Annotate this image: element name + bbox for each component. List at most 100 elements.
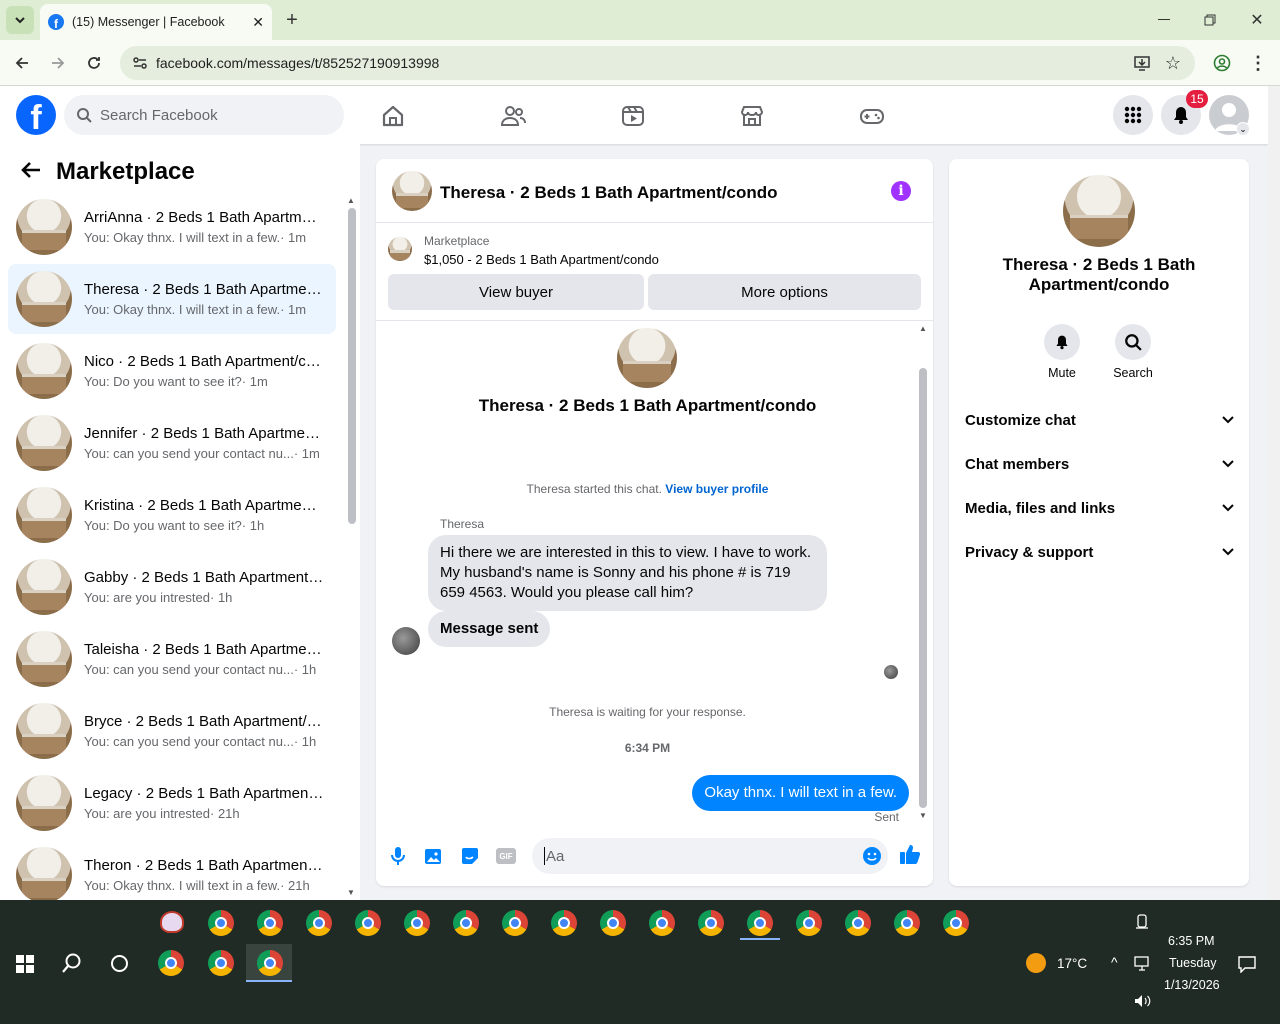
chrome-pinned-icon[interactable] bbox=[208, 950, 234, 976]
message-input[interactable]: Aa bbox=[532, 838, 888, 874]
clock-day[interactable]: Tuesday bbox=[1169, 956, 1216, 970]
taskbar-search-icon[interactable] bbox=[61, 952, 83, 977]
volume-icon[interactable] bbox=[1134, 994, 1152, 1011]
install-app-icon[interactable] bbox=[1133, 54, 1151, 75]
info-icon[interactable]: i bbox=[891, 181, 911, 201]
microphone-icon[interactable] bbox=[387, 845, 409, 867]
video-icon[interactable] bbox=[613, 96, 653, 136]
chat-title[interactable]: Theresa · 2 Beds 1 Bath Apartment/condo bbox=[440, 183, 778, 203]
network-icon[interactable] bbox=[1134, 956, 1152, 975]
facebook-logo-icon[interactable]: f bbox=[16, 95, 56, 135]
chrome-window-icon[interactable] bbox=[502, 910, 528, 936]
chrome-pinned-icon[interactable] bbox=[257, 950, 283, 976]
chrome-window-icon[interactable] bbox=[551, 910, 577, 936]
photo-icon[interactable] bbox=[423, 845, 445, 867]
paint-app-icon[interactable] bbox=[160, 911, 184, 933]
chrome-window-icon[interactable] bbox=[698, 910, 724, 936]
chrome-window-icon[interactable] bbox=[845, 910, 871, 936]
tab-search-icon[interactable] bbox=[6, 6, 34, 34]
mute-button[interactable]: Mute bbox=[1032, 324, 1092, 380]
chrome-window-icon[interactable] bbox=[796, 910, 822, 936]
browser-tab[interactable]: f (15) Messenger | Facebook ✕ bbox=[40, 4, 272, 40]
chrome-pinned-icon[interactable] bbox=[158, 950, 184, 976]
restore-icon[interactable] bbox=[1196, 6, 1224, 34]
show-hidden-icons-chevron-icon[interactable]: ^ bbox=[1111, 954, 1118, 970]
conversation-item[interactable]: Gabby · 2 Beds 1 Bath Apartment/condo You… bbox=[8, 552, 336, 622]
site-info-icon[interactable] bbox=[132, 55, 148, 74]
conversation-item[interactable]: Jennifer · 2 Beds 1 Bath Apartment/condo… bbox=[8, 408, 336, 478]
weather-sun-icon[interactable] bbox=[1026, 953, 1046, 973]
sticker-icon[interactable] bbox=[459, 845, 481, 867]
clock-date[interactable]: 1/13/2026 bbox=[1164, 978, 1220, 992]
chrome-window-icon[interactable] bbox=[257, 910, 283, 936]
conversation-item[interactable]: Bryce · 2 Beds 1 Bath Apartment/condo You… bbox=[8, 696, 336, 766]
new-tab-icon[interactable]: + bbox=[278, 6, 306, 34]
chrome-window-icon[interactable] bbox=[649, 910, 675, 936]
chrome-window-icon[interactable] bbox=[600, 910, 626, 936]
chrome-window-icon[interactable] bbox=[404, 910, 430, 936]
task-view-icon[interactable] bbox=[111, 955, 128, 972]
browser-menu-icon[interactable]: ⋮ bbox=[1244, 49, 1272, 77]
chrome-window-icon[interactable] bbox=[453, 910, 479, 936]
details-avatar[interactable] bbox=[1063, 175, 1135, 247]
reload-icon[interactable] bbox=[80, 49, 108, 77]
conversation-item[interactable]: Kristina · 2 Beds 1 Bath Apartment/condo… bbox=[8, 480, 336, 550]
minimize-icon[interactable] bbox=[1150, 6, 1178, 34]
chrome-window-icon[interactable] bbox=[747, 910, 773, 936]
scroll-down-icon[interactable]: ▼ bbox=[347, 888, 355, 897]
marketplace-icon[interactable] bbox=[732, 96, 772, 136]
customize-chat-section[interactable]: Customize chat bbox=[965, 398, 1235, 442]
search-in-conversation-button[interactable]: Search bbox=[1103, 324, 1163, 380]
home-icon[interactable] bbox=[373, 96, 413, 136]
chat-avatar[interactable] bbox=[392, 171, 432, 211]
chat-scroll-down-icon[interactable]: ▼ bbox=[919, 811, 927, 820]
notification-center-icon[interactable] bbox=[1238, 955, 1256, 976]
incoming-message-bubble[interactable]: Hi there we are interested in this to vi… bbox=[428, 535, 827, 611]
intro-avatar[interactable] bbox=[617, 328, 677, 388]
conversation-list-scrollbar[interactable] bbox=[348, 208, 356, 524]
chrome-window-icon[interactable] bbox=[208, 910, 234, 936]
close-tab-icon[interactable]: ✕ bbox=[252, 14, 264, 31]
friends-icon[interactable] bbox=[493, 96, 533, 136]
view-buyer-button[interactable]: View buyer bbox=[388, 274, 644, 310]
chat-scroll-up-icon[interactable]: ▲ bbox=[919, 324, 927, 333]
pen-menu-icon[interactable] bbox=[1135, 914, 1149, 933]
chrome-window-icon[interactable] bbox=[894, 910, 920, 936]
conversation-item[interactable]: ArriAnna · 2 Beds 1 Bath Apartment/condo… bbox=[8, 192, 336, 262]
conversation-item[interactable]: Theresa · 2 Beds 1 Bath Apartment/condo Y… bbox=[8, 264, 336, 334]
windows-start-icon[interactable] bbox=[16, 955, 34, 973]
menu-grid-icon[interactable] bbox=[1113, 95, 1153, 135]
clock-time[interactable]: 6:35 PM bbox=[1168, 934, 1215, 948]
outgoing-message-bubble[interactable]: Okay thnx. I will text in a few. bbox=[692, 775, 909, 811]
chrome-window-icon[interactable] bbox=[943, 910, 969, 936]
incoming-message-bubble-2[interactable]: Message sent bbox=[428, 611, 551, 647]
listing-price-title[interactable]: $1,050 - 2 Beds 1 Bath Apartment/condo bbox=[424, 252, 659, 267]
like-thumbs-up-icon[interactable] bbox=[899, 843, 921, 865]
weather-temperature[interactable]: 17°C bbox=[1057, 956, 1087, 971]
bookmark-star-icon[interactable]: ☆ bbox=[1165, 53, 1181, 74]
conversation-item[interactable]: Nico · 2 Beds 1 Bath Apartment/condo You:… bbox=[8, 336, 336, 406]
forward-icon[interactable] bbox=[44, 49, 72, 77]
facebook-search-input[interactable]: Search Facebook bbox=[64, 95, 344, 135]
back-icon[interactable] bbox=[8, 49, 36, 77]
listing-thumbnail[interactable] bbox=[388, 237, 412, 261]
view-buyer-profile-link[interactable]: View buyer profile bbox=[665, 482, 768, 496]
message-list-scrollbar[interactable] bbox=[919, 368, 927, 808]
gaming-icon[interactable] bbox=[852, 96, 892, 136]
scroll-up-icon[interactable]: ▲ bbox=[347, 196, 355, 205]
conversation-item[interactable]: Legacy · 2 Beds 1 Bath Apartment/condo Yo… bbox=[8, 768, 336, 838]
chrome-window-icon[interactable] bbox=[306, 910, 332, 936]
more-options-button[interactable]: More options bbox=[648, 274, 921, 310]
chat-members-section[interactable]: Chat members bbox=[965, 442, 1235, 486]
privacy-support-section[interactable]: Privacy & support bbox=[965, 530, 1235, 574]
page-scrollbar[interactable] bbox=[1268, 86, 1280, 900]
sender-avatar[interactable] bbox=[392, 627, 420, 655]
profile-icon[interactable] bbox=[1208, 49, 1236, 77]
account-chevron-down-icon[interactable]: ⌄ bbox=[1236, 122, 1250, 136]
back-arrow-icon[interactable] bbox=[20, 160, 42, 186]
conversation-item[interactable]: Taleisha · 2 Beds 1 Bath Apartment/condo… bbox=[8, 624, 336, 694]
chrome-window-icon[interactable] bbox=[355, 910, 381, 936]
gif-icon[interactable]: GIF bbox=[495, 845, 517, 867]
close-window-icon[interactable]: ✕ bbox=[1243, 6, 1271, 34]
emoji-icon[interactable] bbox=[862, 846, 882, 870]
